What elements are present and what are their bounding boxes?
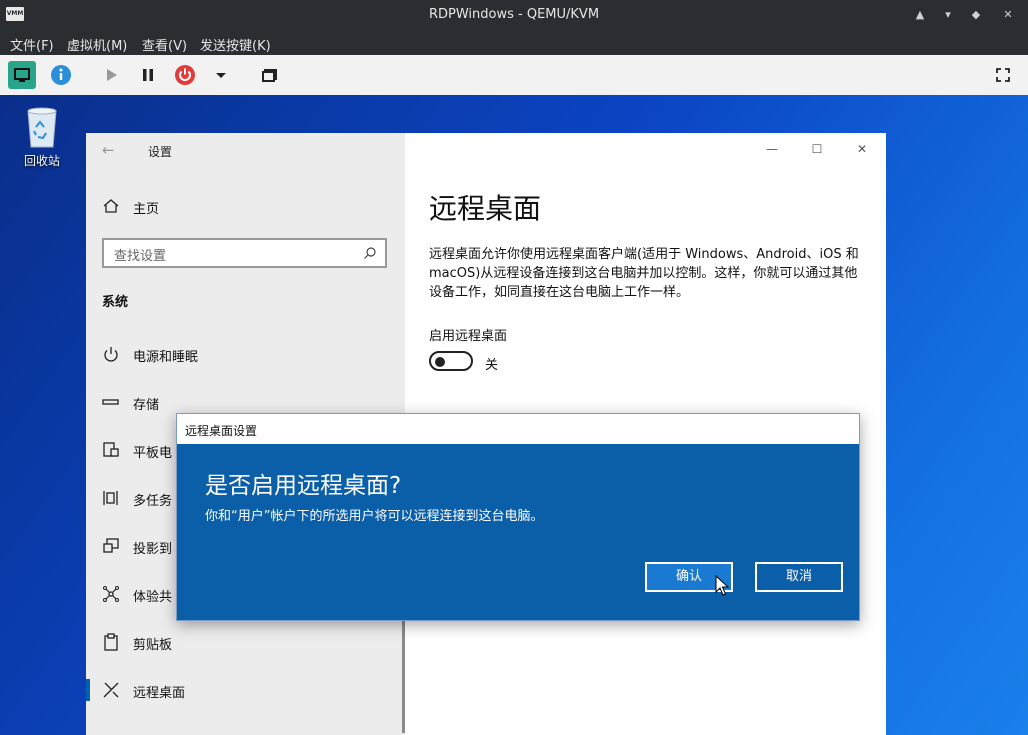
recycle-bin[interactable]: 回收站 [16, 105, 68, 169]
menu-bar: 文件(F) 虚拟机(M) 查看(V) 发送按键(K) [0, 30, 1028, 55]
dialog-message: 你和“用户”帐户下的所选用户将可以远程连接到这台电脑。 [205, 509, 544, 524]
enable-remote-desktop-toggle[interactable] [429, 351, 473, 371]
menu-vm[interactable]: 虚拟机(M) [67, 35, 127, 54]
shade-icon[interactable]: ▲ [912, 7, 928, 23]
page-description: 远程桌面允许你使用远程桌面客户端(适用于 Windows、Android、iOS… [429, 247, 859, 300]
dialog-titlebar: 远程桌面设置 [177, 414, 859, 444]
nav-label: 剪贴板 [133, 638, 173, 653]
window-titlebar: VMM RDPWindows - QEMU/KVM ▲ ▾ ◆ ✕ [0, 0, 1028, 30]
home-icon [103, 199, 119, 213]
search-input[interactable]: 查找设置 [102, 238, 387, 268]
maximize-icon[interactable]: ◆ [968, 7, 984, 23]
maximize-icon[interactable]: ☐ [804, 139, 830, 159]
cancel-button[interactable]: 取消 [755, 562, 843, 592]
chevron-down-icon [216, 73, 226, 78]
recycle-bin-icon [27, 107, 57, 148]
projection-icon [103, 538, 119, 553]
menu-view[interactable]: 查看(V) [142, 35, 187, 54]
nav-label: 投影到 [133, 542, 173, 557]
tablet-icon [103, 442, 119, 457]
dialog-question: 是否启用远程桌面? [205, 473, 402, 499]
window-title: RDPWindows - QEMU/KVM [428, 7, 600, 22]
toggle-knob [435, 357, 445, 367]
storage-icon [102, 399, 119, 405]
minimize-icon[interactable]: — [759, 139, 785, 159]
fullscreen-button[interactable] [989, 61, 1017, 89]
back-arrow-icon[interactable]: ← [102, 141, 115, 159]
nav-clipboard[interactable]: 剪贴板 [86, 631, 405, 655]
shutdown-button[interactable] [171, 61, 199, 89]
nav-power-sleep[interactable]: 电源和睡眠 [86, 343, 405, 367]
pause-button[interactable] [134, 61, 162, 89]
menu-send-key[interactable]: 发送按键(K) [200, 35, 271, 54]
close-icon[interactable]: ✕ [849, 139, 875, 159]
details-button[interactable] [47, 61, 75, 89]
remote-desktop-icon [103, 682, 119, 698]
console-button[interactable] [8, 61, 36, 89]
run-button[interactable] [97, 61, 125, 89]
nav-label: 电源和睡眠 [133, 350, 199, 365]
toggle-state-label: 关 [485, 358, 499, 373]
play-icon [107, 69, 117, 81]
section-heading: 系统 [102, 295, 129, 310]
recycle-bin-label: 回收站 [23, 154, 60, 168]
minimize-icon[interactable]: ▾ [940, 7, 956, 23]
page-title: 远程桌面 [429, 192, 542, 225]
nav-storage[interactable]: 存储 [86, 391, 405, 415]
nav-label: 体验共 [133, 590, 173, 605]
close-icon[interactable]: ✕ [1000, 7, 1016, 23]
mouse-cursor-icon [715, 575, 729, 596]
search-icon [364, 247, 376, 259]
menu-file[interactable]: 文件(F) [10, 35, 54, 54]
shutdown-menu-button[interactable] [207, 61, 235, 89]
info-icon [51, 65, 71, 85]
nav-label: 存储 [133, 398, 160, 413]
power-icon [175, 65, 195, 85]
nav-label: 远程桌面 [133, 686, 186, 701]
nav-label: 平板电 [133, 446, 173, 461]
snapshot-icon [262, 69, 277, 82]
snapshots-button[interactable] [256, 61, 284, 89]
remote-desktop-dialog: 远程桌面设置 是否启用远程桌面? 你和“用户”帐户下的所选用户将可以远程连接到这… [176, 413, 860, 621]
fullscreen-icon [996, 68, 1010, 82]
settings-header: 设置 [148, 145, 173, 159]
toolbar [0, 55, 1028, 96]
dialog-title: 远程桌面设置 [185, 424, 258, 438]
nav-home-label: 主页 [133, 202, 160, 217]
pause-icon [143, 69, 153, 81]
enable-remote-desktop-label: 启用远程桌面 [429, 329, 508, 344]
clipboard-icon [104, 633, 118, 651]
search-placeholder: 查找设置 [114, 249, 167, 264]
share-icon [103, 586, 119, 602]
nav-label: 多任务 [133, 494, 173, 509]
nav-home[interactable]: 主页 [86, 195, 405, 219]
power-icon [104, 347, 118, 362]
selection-indicator [86, 679, 90, 701]
nav-remote-desktop[interactable]: 远程桌面 [86, 679, 405, 703]
monitor-icon [14, 68, 30, 82]
multitask-icon [103, 491, 118, 505]
